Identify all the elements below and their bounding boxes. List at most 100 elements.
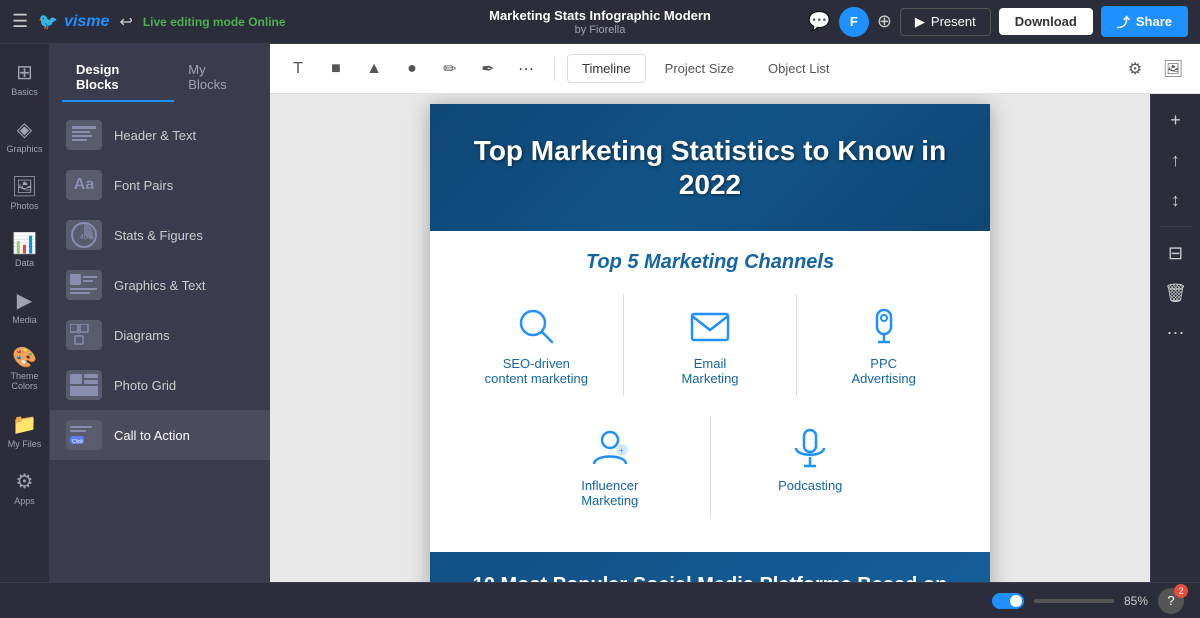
panel-item-photo-grid[interactable]: Photo Grid [50,360,270,410]
channel-email-name: EmailMarketing [681,356,738,386]
toolbar-strip: T ■ ▲ ● ✏ ✒ ⋯ Timeline Project Size Obje… [270,44,1200,94]
svg-text:40%: 40% [80,234,94,241]
duplicate-button[interactable]: ⊟ [1158,235,1194,271]
topbar-center: Marketing Stats Infographic Modern by Fi… [489,8,711,36]
photos-icon: 🖼 [12,174,37,199]
channels-section: Top 5 Marketing Channels SEO-drivenconte… [430,231,990,552]
basics-icon: ⊞ [16,60,33,85]
sidebar-item-media[interactable]: ▶ Media [0,280,49,333]
footer-title: 10 Most Popular Social Media Platforms B… [450,572,970,582]
menu-icon[interactable]: ☰ [12,11,28,32]
pencil-tool-button[interactable]: ✒ [472,53,504,85]
panel-item-diagrams[interactable]: Diagrams [50,310,270,360]
pen-tool-button[interactable]: ✏ [434,53,466,85]
svg-text:Click: Click [72,439,83,445]
chat-icon[interactable]: 💬 [808,11,830,32]
channel-influencer-name: InfluencerMarketing [581,478,638,508]
sidebar-label-basics: Basics [11,87,38,97]
toolbar-tools: T ■ ▲ ● ✏ ✒ ⋯ [282,53,542,85]
toolbar-separator [554,57,555,81]
channels-row-1: SEO-drivencontent marketing EmailMarketi… [450,294,970,396]
avatar: F [839,7,869,37]
graphics-text-label: Graphics & Text [114,278,206,293]
panel-tabs: Design Blocks My Blocks [50,44,270,102]
channel-podcasting-name: Podcasting [778,478,842,493]
panel-item-header-text[interactable]: Header & Text [50,110,270,160]
email-icon [688,304,732,348]
channel-ppc-name: PPCAdvertising [852,356,916,386]
zoom-toggle[interactable] [992,593,1024,609]
channel-seo-name: SEO-drivencontent marketing [485,356,588,386]
image-view-icon[interactable]: 🖼 [1158,54,1188,84]
topbar-right: 💬 F ⊕ ▶ Present Download ⤴ Share [808,6,1188,37]
seo-icon [514,304,558,348]
sidebar-item-data[interactable]: 📊 Data [0,223,49,276]
help-badge: 2 [1174,584,1188,598]
call-to-action-icon: Click [66,420,102,450]
text-tool-button[interactable]: T [282,53,314,85]
move-down-button[interactable]: ↕ [1158,182,1194,218]
sidebar-item-my-files[interactable]: 📁 My Files [0,404,49,457]
data-icon: 📊 [12,231,37,256]
channel-seo: SEO-drivencontent marketing [450,294,623,396]
infographic-title: Top Marketing Statistics to Know in 2022 [450,134,970,201]
tab-object-list[interactable]: Object List [753,54,844,83]
sidebar-item-theme-colors[interactable]: 🎨 Theme Colors [0,337,49,400]
channel-podcasting: Podcasting [711,416,911,518]
undo-icon[interactable]: ↩ [119,12,132,32]
more-tools-button[interactable]: ⋯ [510,53,542,85]
apps-icon: ⚙ [16,469,34,494]
present-button[interactable]: ▶ Present [900,8,991,36]
diagrams-icon [66,320,102,350]
sidebar-item-basics[interactable]: ⊞ Basics [0,52,49,105]
sidebar-item-photos[interactable]: 🖼 Photos [0,166,49,219]
channels-row-2: + InfluencerMarketing [450,416,970,518]
sidebar-label-theme-colors: Theme Colors [4,372,45,392]
font-pairs-icon: Aa [66,170,102,200]
sidebar-label-photos: Photos [10,201,38,211]
panel-item-font-pairs[interactable]: Aa Font Pairs [50,160,270,210]
download-button[interactable]: Download [999,8,1093,35]
rectangle-tool-button[interactable]: ■ [320,53,352,85]
channels-title: Top 5 Marketing Channels [450,251,970,274]
channel-influencer: + InfluencerMarketing [510,416,710,518]
sidebar-item-graphics[interactable]: ◈ Graphics [0,109,49,162]
more-options-button[interactable]: ⋯ [1158,315,1194,351]
canvas-area[interactable]: Top Marketing Statistics to Know in 2022… [270,94,1150,582]
collab-icon[interactable]: ⊕ [877,11,892,32]
main-area: ⊞ Basics ◈ Graphics 🖼 Photos 📊 Data ▶ Me… [0,44,1200,582]
header-text-label: Header & Text [114,128,196,143]
sidebar-item-apps[interactable]: ⚙ Apps [0,461,49,514]
infographic-footer: 10 Most Popular Social Media Platforms B… [430,552,990,582]
stats-figures-icon: 40% [66,220,102,250]
theme-colors-icon: 🎨 [12,345,37,370]
graphics-icon: ◈ [17,117,32,142]
panel-item-graphics-text[interactable]: Graphics & Text [50,260,270,310]
panel-item-call-to-action[interactable]: Click Call to Action [50,410,270,460]
tab-my-blocks[interactable]: My Blocks [174,54,258,102]
podcast-icon [788,426,832,470]
logo: 🐦 visme [38,12,109,32]
media-icon: ▶ [17,288,32,313]
help-button[interactable]: ? 2 [1158,588,1184,614]
tab-design-blocks[interactable]: Design Blocks [62,54,174,102]
add-element-button[interactable]: + [1158,102,1194,138]
sidebar-icons: ⊞ Basics ◈ Graphics 🖼 Photos 📊 Data ▶ Me… [0,44,50,582]
circle-tool-button[interactable]: ● [396,53,428,85]
move-up-button[interactable]: ↑ [1158,142,1194,178]
share-button[interactable]: ⤴ Share [1101,6,1188,37]
tab-timeline[interactable]: Timeline [567,54,646,83]
settings-icon[interactable]: ⚙ [1120,54,1150,84]
influencer-icon: + [588,426,632,470]
tab-project-size[interactable]: Project Size [650,54,749,83]
my-files-icon: 📁 [12,412,37,437]
triangle-tool-button[interactable]: ▲ [358,53,390,85]
left-panel: Design Blocks My Blocks Header & Text Aa… [50,44,270,582]
sidebar-label-data: Data [15,258,34,268]
zoom-slider[interactable] [1034,599,1114,603]
toolbar-tabs: Timeline Project Size Object List [567,54,1112,83]
delete-button[interactable]: 🗑 [1158,275,1194,311]
panel-item-stats-figures[interactable]: 40% Stats & Figures [50,210,270,260]
present-play-icon: ▶ [915,14,925,30]
share-icon: ⤴ [1117,12,1130,31]
